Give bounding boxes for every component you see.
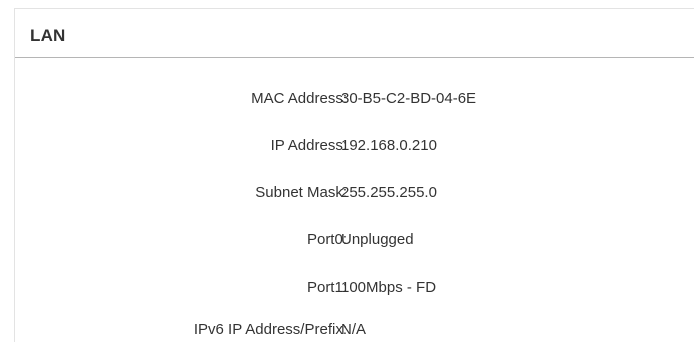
mac-address-label: MAC Address:	[251, 90, 347, 107]
ipv6-address-row: IPv6 IP Address/Prefix: N/A	[15, 320, 694, 340]
port0-value: Unplugged	[341, 231, 414, 248]
port0-row: Port0: Unplugged	[15, 230, 694, 250]
ip-address-label: IP Address:	[270, 137, 347, 154]
ip-address-value: 192.168.0.210	[341, 137, 437, 154]
ipv6-address-value: N/A	[341, 321, 367, 338]
mac-address-value: 30-B5-C2-BD-04-6E	[341, 90, 477, 107]
title-divider	[15, 57, 694, 58]
mac-address-row: MAC Address: 30-B5-C2-BD-04-6E	[15, 89, 694, 109]
ipv6-address-label: IPv6 IP Address/Prefix:	[193, 321, 347, 338]
subnet-mask-row: Subnet Mask: 255.255.255.0	[15, 183, 694, 203]
lan-panel: LAN MAC Address: 30-B5-C2-BD-04-6E IP Ad…	[14, 8, 694, 342]
port1-row: Port1: 100Mbps - FD	[15, 278, 694, 298]
ip-address-row: IP Address: 192.168.0.210	[15, 136, 694, 156]
subnet-mask-label: Subnet Mask:	[255, 184, 347, 201]
subnet-mask-value: 255.255.255.0	[341, 184, 437, 201]
section-title: LAN	[30, 26, 66, 45]
port1-value: 100Mbps - FD	[341, 279, 437, 296]
